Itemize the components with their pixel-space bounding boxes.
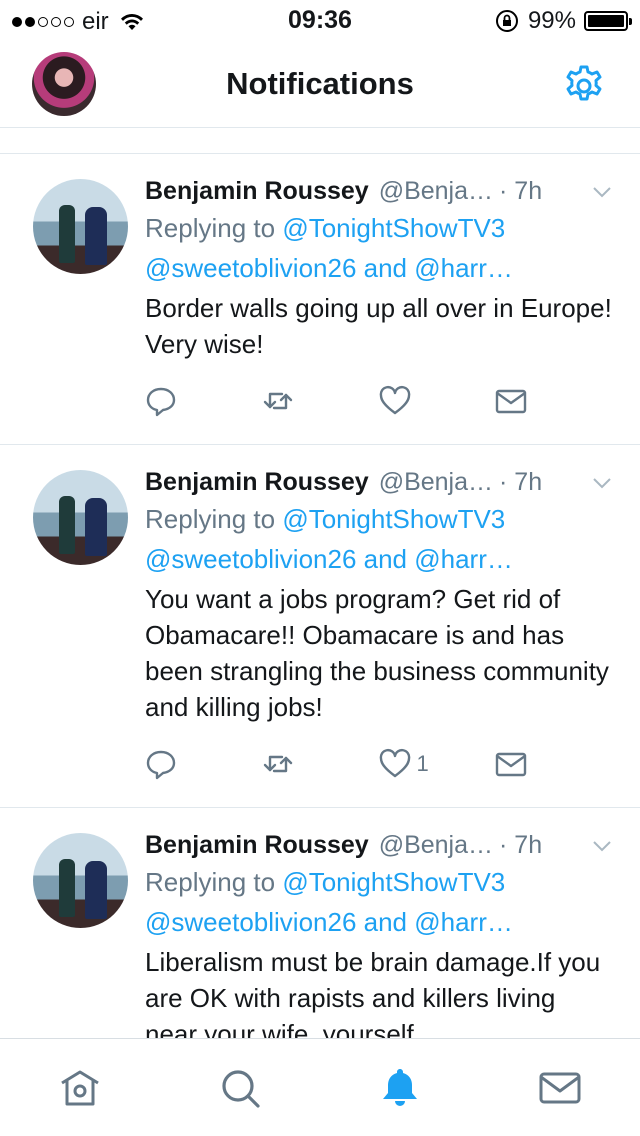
tweet-author-name[interactable]: Benjamin Roussey [145,828,369,862]
reply-prefix: Replying to [145,504,283,534]
battery-icon [584,11,632,31]
tweet-actions [145,376,612,426]
reply-icon [146,750,176,780]
tweet-author-handle[interactable]: @Benja… [379,465,493,499]
reply-mentions-link[interactable]: @sweetoblivion26 and @harr… [145,248,612,288]
direct-message-icon [496,389,527,414]
direct-message-button[interactable] [495,748,612,780]
reply-mention-link[interactable]: @TonightShowTV3 [282,504,505,534]
reply-icon [146,387,176,417]
tweet-timestamp: · 7h [499,831,543,859]
reply-button[interactable] [145,385,262,417]
reply-button[interactable] [145,748,262,780]
retweet-button[interactable] [262,385,379,417]
notifications-list[interactable]: Benjamin Roussey @Benja… · 7h Replying t… [0,128,640,1038]
like-button[interactable]: 1 [379,748,496,780]
tweet-text: Border walls going up all over in Europe… [145,293,612,359]
tab-bar [0,1038,640,1136]
reply-mentions-link[interactable]: @sweetoblivion26 and @harr… [145,539,612,579]
notifications-bell-icon [383,1068,417,1106]
page-title: Notifications [226,66,414,101]
chevron-down-icon[interactable] [592,185,612,199]
reply-context: Replying to @TonightShowTV3 [145,499,612,539]
status-bar: eir 09:36 99% [0,0,640,40]
tweet-author-handle[interactable]: @Benja… [379,174,493,208]
tweet-timestamp: · 7h [499,468,543,496]
reply-mention-link[interactable]: @TonightShowTV3 [282,213,505,243]
like-heart-icon [379,385,410,415]
chevron-down-icon[interactable] [592,476,612,490]
tweet-item[interactable]: Benjamin Roussey @Benja… · 7h Replying t… [0,445,640,808]
reply-mentions-link[interactable]: @sweetoblivion26 and @harr… [145,902,612,942]
messages-envelope-icon [539,1072,581,1103]
tab-notifications[interactable] [320,1039,480,1136]
tweet-text: Liberalism must be brain damage.If you a… [145,947,601,1038]
chevron-down-icon[interactable] [592,839,612,853]
reply-prefix: Replying to [145,213,283,243]
tweet-author-avatar[interactable] [33,833,128,928]
tab-home[interactable] [0,1039,160,1136]
tweet-item[interactable]: Benjamin Roussey @Benja… · 7h Replying t… [0,154,640,445]
retweet-icon [263,755,292,773]
tweet-author-name[interactable]: Benjamin Roussey [145,465,369,499]
reply-context: Replying to @TonightShowTV3 [145,208,612,248]
tweet-timestamp: · 7h [499,177,543,205]
direct-message-icon [496,752,527,777]
tweet-item[interactable]: Benjamin Roussey @Benja… · 7h Replying t… [0,808,640,1038]
retweet-icon [263,392,292,410]
battery-percent: 99% [527,7,576,34]
reply-prefix: Replying to [145,867,283,897]
reply-mention-link[interactable]: @TonightShowTV3 [282,867,505,897]
like-heart-icon [379,748,410,778]
tweet-author-avatar[interactable] [33,470,128,565]
home-icon [61,1070,99,1105]
tab-messages[interactable] [480,1039,640,1136]
tweet-author-name[interactable]: Benjamin Roussey [145,174,369,208]
previous-tweet-partial [0,128,640,154]
like-button[interactable] [379,385,496,417]
tweet-author-handle[interactable]: @Benja… [379,828,493,862]
rotation-lock-icon [495,10,518,32]
like-count: 1 [416,751,429,776]
status-right: 99% [494,7,632,35]
tweet-text: You want a jobs program? Get rid of Obam… [145,584,609,722]
search-icon [222,1069,260,1108]
retweet-button[interactable] [262,748,379,780]
settings-gear-icon[interactable] [562,64,606,108]
tab-search[interactable] [160,1039,320,1136]
tweet-author-avatar[interactable] [33,179,128,274]
direct-message-button[interactable] [495,385,612,417]
reply-context: Replying to @TonightShowTV3 [145,862,612,902]
tweet-actions: 1 [145,739,612,789]
navigation-bar: Notifications [0,40,640,128]
